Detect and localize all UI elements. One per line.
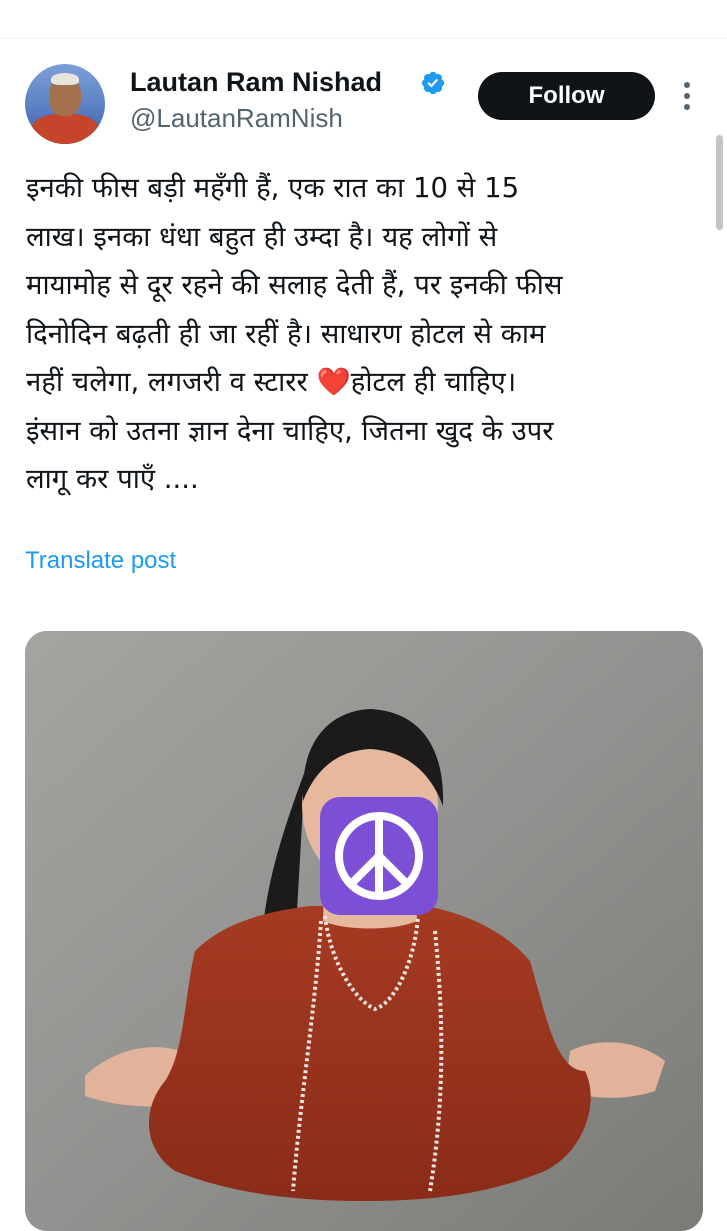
post-text-line: इंसान को उतना ज्ञान देना चाहिए, जितना खु… (26, 414, 554, 447)
post-text-line: लाख। इनका धंधा बहुत ही उम्दा है। यह लोगो… (26, 220, 498, 253)
translate-post-link[interactable]: Translate post (25, 544, 176, 578)
avatar-hair (51, 73, 79, 85)
post-text-line: दिनोदिन बढ़ती ही जा रहीं है। साधारण होटल… (26, 317, 546, 350)
author-display-name[interactable]: Lautan Ram Nishad (130, 66, 382, 98)
post-text-line: इनकी फीस बड़ी महँगी हैं, एक रात का 10 से… (26, 172, 520, 204)
post-text-line: लागू कर पाएँ .... (26, 463, 199, 495)
heart-emoji-icon: ❤️ (316, 366, 351, 398)
post-media-image[interactable] (25, 631, 703, 1231)
post-text-line: मायामोह से दूर रहने की सलाह देती हैं, पर… (26, 269, 563, 301)
avatar-body (31, 114, 99, 144)
top-divider (0, 38, 727, 39)
follow-button[interactable]: Follow (478, 72, 655, 120)
post-text-line: नहीं चलेगा, लगजरी व स्टारर ❤️होटल ही चाह… (26, 358, 706, 407)
author-handle[interactable]: @LautanRamNish (130, 102, 343, 134)
post-text-segment: होटल ही चाहिए। (350, 366, 517, 398)
more-options-icon[interactable] (676, 78, 698, 114)
scrollbar[interactable] (716, 135, 723, 230)
photo-illustration (25, 631, 703, 1231)
avatar[interactable] (25, 64, 105, 144)
post-text: इनकी फीस बड़ी महँगी हैं, एक रात का 10 से… (26, 164, 706, 504)
post-text-segment: नहीं चलेगा, लगजरी व स्टारर (26, 366, 317, 398)
verified-badge-icon (421, 71, 445, 95)
